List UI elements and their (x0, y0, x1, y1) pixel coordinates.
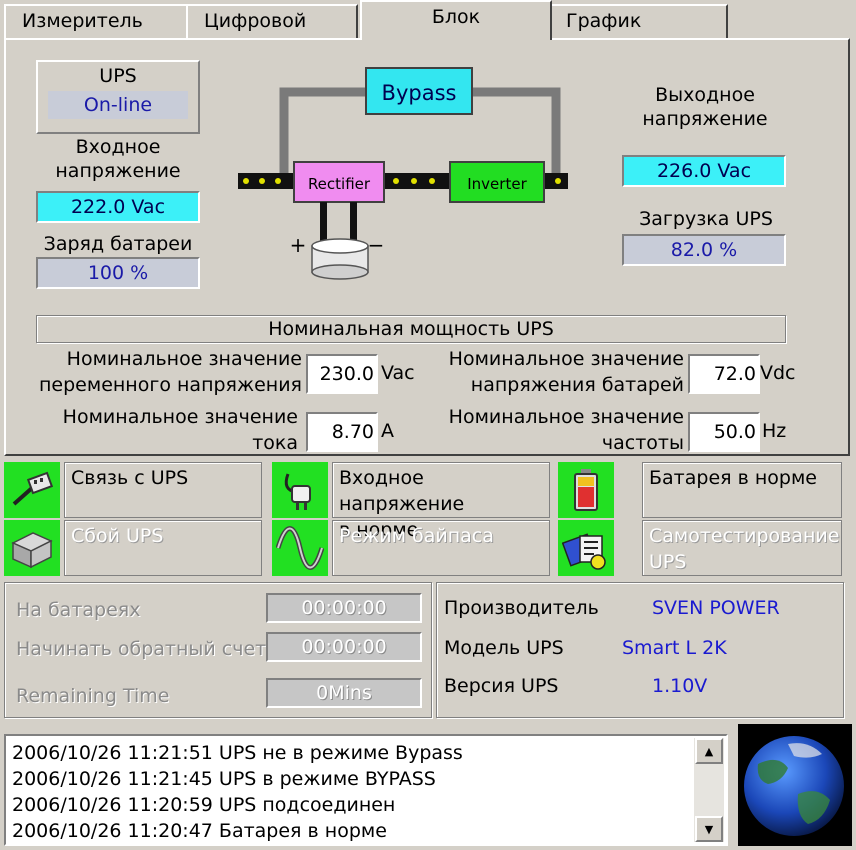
nominal-frequency-label-1: Номинальное значение (448, 406, 684, 428)
status-input-text-1: Входное напряжение (339, 467, 465, 515)
manufacturer-label: Производитель (444, 597, 599, 619)
globe-icon (744, 736, 844, 836)
scroll-up-button[interactable]: ▲ (695, 738, 723, 764)
input-voltage-value: 222.0 Vac (36, 191, 200, 223)
power-plug-icon (284, 473, 311, 510)
battery-minus: − (368, 233, 385, 257)
nominal-frequency-label: Номинальное значение частоты (420, 406, 684, 454)
output-voltage-value: 226.0 Vac (622, 155, 786, 187)
log-entry: 2006/10/26 11:20:47 Батарея в норме (12, 820, 387, 842)
status-fail-icon-box (4, 520, 60, 576)
status-link: Связь с UPS (64, 462, 262, 518)
ups-mode-value: On-line (48, 91, 188, 119)
nominal-ac-label: Номинальное значение переменного напряже… (30, 348, 302, 396)
inverter-label: Inverter (467, 175, 527, 193)
status-bypass-icon-box (272, 520, 328, 576)
on-battery-label: На батареях (16, 599, 141, 621)
self-test-icon (562, 533, 606, 570)
nominal-current-label-1: Номинальное значение (62, 406, 298, 428)
nominal-ac-label-1: Номинальное значение (66, 348, 302, 370)
nominal-current-value: 8.70 (306, 412, 378, 452)
status-battery-text: Батарея в норме (649, 467, 817, 489)
nominal-battery-label: Номинальное значение напряжения батарей (420, 348, 684, 396)
input-voltage-label-1: Входное (75, 136, 161, 158)
model-label: Модель UPS (444, 637, 564, 659)
status-battery-icon-box (558, 462, 614, 518)
status-selftest-text-1: Самотестирование (649, 525, 840, 547)
battery-charge-value: 100 % (36, 257, 200, 289)
status-selftest-icon-box (558, 520, 614, 576)
battery-icon (311, 238, 369, 280)
ups-load-value: 82.0 % (622, 234, 786, 266)
nominal-current-label: Номинальное значение тока (30, 406, 298, 454)
log-entry: 2006/10/26 11:21:51 UPS не в режиме Bypa… (12, 742, 463, 764)
nominal-battery-value: 72.0 (688, 354, 760, 394)
version-value: 1.10V (652, 675, 708, 697)
battery-charge-label: Заряд батареи (43, 233, 193, 255)
log-entry: 2006/10/26 11:21:45 UPS в режиме BYPASS (12, 768, 436, 790)
globe-panel (738, 724, 852, 846)
log-entry: 2006/10/26 11:20:59 UPS подсоединен (12, 794, 396, 816)
tab-digital[interactable]: Цифровой (186, 4, 358, 38)
input-voltage-label: Входное напряжение (36, 136, 200, 182)
status-selftest-text-2: UPS (649, 551, 687, 573)
countdown-timer: 00:00:00 (266, 632, 422, 662)
status-battery-ok: Батарея в норме (642, 462, 842, 518)
remaining-time-value: 0Mins (266, 678, 422, 708)
status-link-text: Связь с UPS (71, 467, 189, 489)
event-log[interactable]: 2006/10/26 11:21:51 UPS не в режиме Bypa… (4, 734, 728, 846)
battery-plus: + (290, 233, 307, 257)
nominal-ac-value: 230.0 (306, 354, 378, 394)
status-bypass-text: Режим байпаса (339, 525, 494, 547)
log-scrollbar[interactable]: ▲ ▼ (694, 738, 724, 842)
nominal-frequency-unit: Hz (762, 420, 787, 442)
status-fail-text: Сбой UPS (71, 525, 164, 547)
ups-title: UPS (99, 65, 137, 87)
version-label: Версия UPS (444, 675, 559, 697)
tab-meter[interactable]: Измеритель (4, 4, 188, 38)
countdown-label: Начинать обратный счет (16, 638, 267, 660)
battery-status-icon (574, 469, 598, 511)
nominal-battery-unit: Vdc (760, 362, 796, 384)
output-voltage-label-1: Выходное (655, 84, 755, 106)
tab-block-active[interactable]: Блок (360, 0, 552, 40)
status-input-ok: Входное напряжение в норме (332, 462, 550, 541)
nominal-ac-label-2: переменного напряжения (39, 374, 302, 396)
ups-box-icon (11, 532, 53, 569)
status-input-icon-box (272, 462, 328, 518)
nominal-battery-label-1: Номинальное значение (448, 348, 684, 370)
status-self-test: Самотестирование UPS (642, 520, 842, 576)
status-ups-fail: Сбой UPS (64, 520, 262, 576)
nominal-current-unit: A (381, 420, 394, 442)
on-battery-timer: 00:00:00 (266, 593, 422, 623)
ups-diagram: Bypass Rectifier Inverter + − (238, 67, 568, 280)
ups-load-label: Загрузка UPS (639, 208, 773, 230)
nominal-header: Номинальная мощность UPS (36, 315, 786, 343)
nominal-battery-label-2: напряжения батарей (470, 374, 684, 396)
output-voltage-label: Выходное напряжение (624, 84, 786, 130)
ups-mode-box: UPS On-line (36, 60, 200, 134)
output-voltage-label-2: напряжение (642, 108, 768, 130)
status-link-icon-box (4, 462, 60, 518)
model-value: Smart L 2K (622, 637, 727, 659)
nominal-frequency-label-2: частоты (601, 432, 684, 454)
sine-wave-icon (276, 526, 324, 570)
bypass-label: Bypass (382, 81, 457, 105)
remaining-time-label: Remaining Time (16, 685, 170, 707)
status-bypass-mode: Режим байпаса (332, 520, 550, 576)
nominal-ac-unit: Vac (381, 362, 415, 384)
input-voltage-label-2: напряжение (55, 160, 181, 182)
nominal-frequency-value: 50.0 (688, 412, 760, 452)
tab-block-label: Блок (431, 6, 481, 28)
nominal-current-label-2: тока (252, 432, 298, 454)
rectifier-label: Rectifier (308, 175, 371, 193)
manufacturer-value: SVEN POWER (652, 597, 780, 619)
scroll-down-button[interactable]: ▼ (695, 816, 723, 842)
cable-plug-icon (12, 471, 54, 506)
tab-block[interactable]: График (548, 4, 728, 38)
